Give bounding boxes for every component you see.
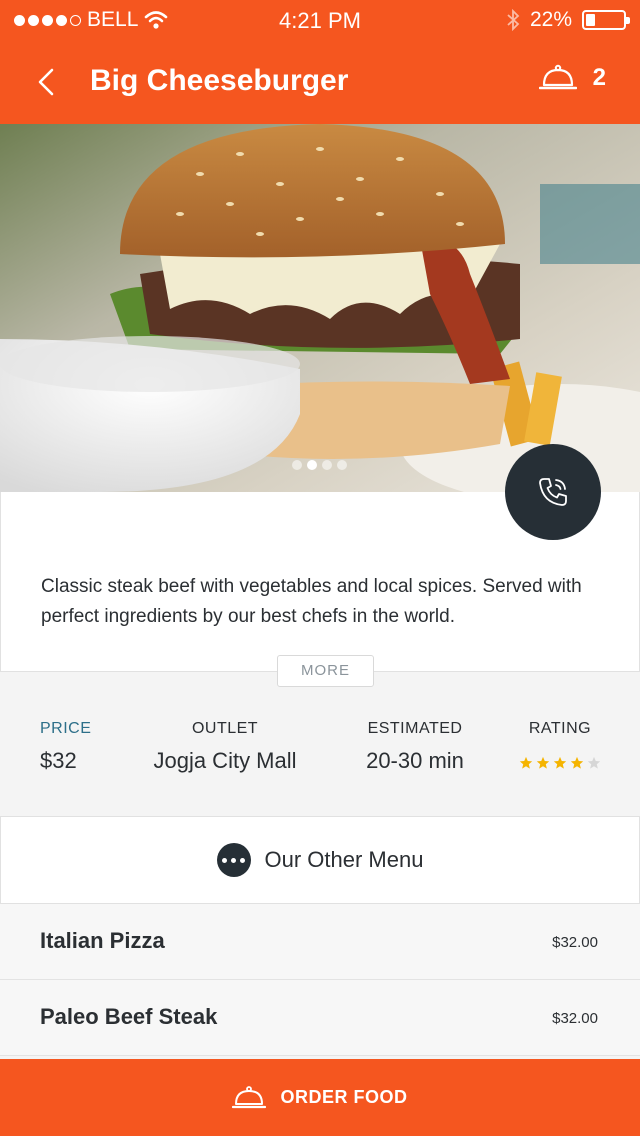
- menu-item[interactable]: Paleo Beef Steak $32.00: [0, 980, 640, 1056]
- menu-item-name: Italian Pizza: [40, 928, 165, 953]
- menu-item-price: $32.00: [552, 1010, 598, 1027]
- star-filled-icon: [570, 756, 584, 769]
- more-button[interactable]: MORE: [277, 655, 374, 687]
- star-filled-icon: [553, 756, 567, 769]
- price-value: $32: [40, 748, 77, 773]
- order-food-label: ORDER FOOD: [280, 1087, 408, 1107]
- star-empty-icon: [587, 756, 601, 769]
- cart-button[interactable]: 2: [538, 64, 606, 92]
- battery-icon: [582, 10, 630, 30]
- pager-dot: [292, 460, 302, 470]
- more-dots-icon: [216, 843, 251, 877]
- star-filled-icon: [519, 756, 533, 769]
- estimated-info: ESTIMATED 20-30 min: [355, 720, 475, 774]
- rating-info: RATING: [518, 720, 602, 770]
- food-photo: [0, 124, 640, 492]
- status-bar: BELL 4:21 PM 22%: [0, 0, 640, 40]
- pager-dot: [337, 460, 347, 470]
- other-menu-header[interactable]: Our Other Menu: [0, 816, 640, 904]
- bluetooth-icon: [507, 9, 520, 31]
- rating-stars: [518, 756, 602, 770]
- pager-dot: [322, 460, 332, 470]
- info-row: PRICE $32 OUTLET Jogja City Mall ESTIMAT…: [0, 700, 640, 816]
- menu-item[interactable]: Italian Pizza $32.00: [0, 904, 640, 980]
- app-header-bar: BELL 4:21 PM 22% Big Cheeseburger 2: [0, 0, 640, 124]
- outlet-info: OUTLET Jogja City Mall: [145, 720, 305, 774]
- battery-percent: 22%: [529, 8, 572, 31]
- price-info: PRICE $32: [40, 720, 91, 774]
- cheeseburger-image: [0, 124, 640, 492]
- menu-item-name: Paleo Beef Steak: [40, 1004, 218, 1029]
- order-food-button[interactable]: ORDER FOOD: [0, 1059, 640, 1136]
- food-cloche-icon: [232, 1085, 267, 1108]
- star-filled-icon: [536, 756, 550, 769]
- food-description: Classic steak beef with vegetables and l…: [41, 576, 582, 627]
- cart-count: 2: [592, 64, 606, 91]
- back-chevron-icon[interactable]: [30, 62, 64, 102]
- price-label: PRICE: [40, 720, 92, 737]
- menu-item-price: $32.00: [552, 934, 598, 951]
- estimated-value: 20-30 min: [366, 748, 464, 773]
- call-button[interactable]: [505, 444, 601, 540]
- food-cloche-icon: [538, 64, 577, 90]
- outlet-label: OUTLET: [191, 720, 259, 737]
- phone-icon: [539, 478, 567, 506]
- page-title: Big Cheeseburger: [90, 64, 349, 97]
- rating-label: RATING: [528, 720, 592, 737]
- pager-dot-active: [307, 460, 317, 470]
- other-menu-label: Our Other Menu: [264, 847, 424, 872]
- estimated-label: ESTIMATED: [367, 720, 463, 737]
- image-pager[interactable]: [292, 460, 347, 470]
- outlet-value: Jogja City Mall: [153, 748, 297, 773]
